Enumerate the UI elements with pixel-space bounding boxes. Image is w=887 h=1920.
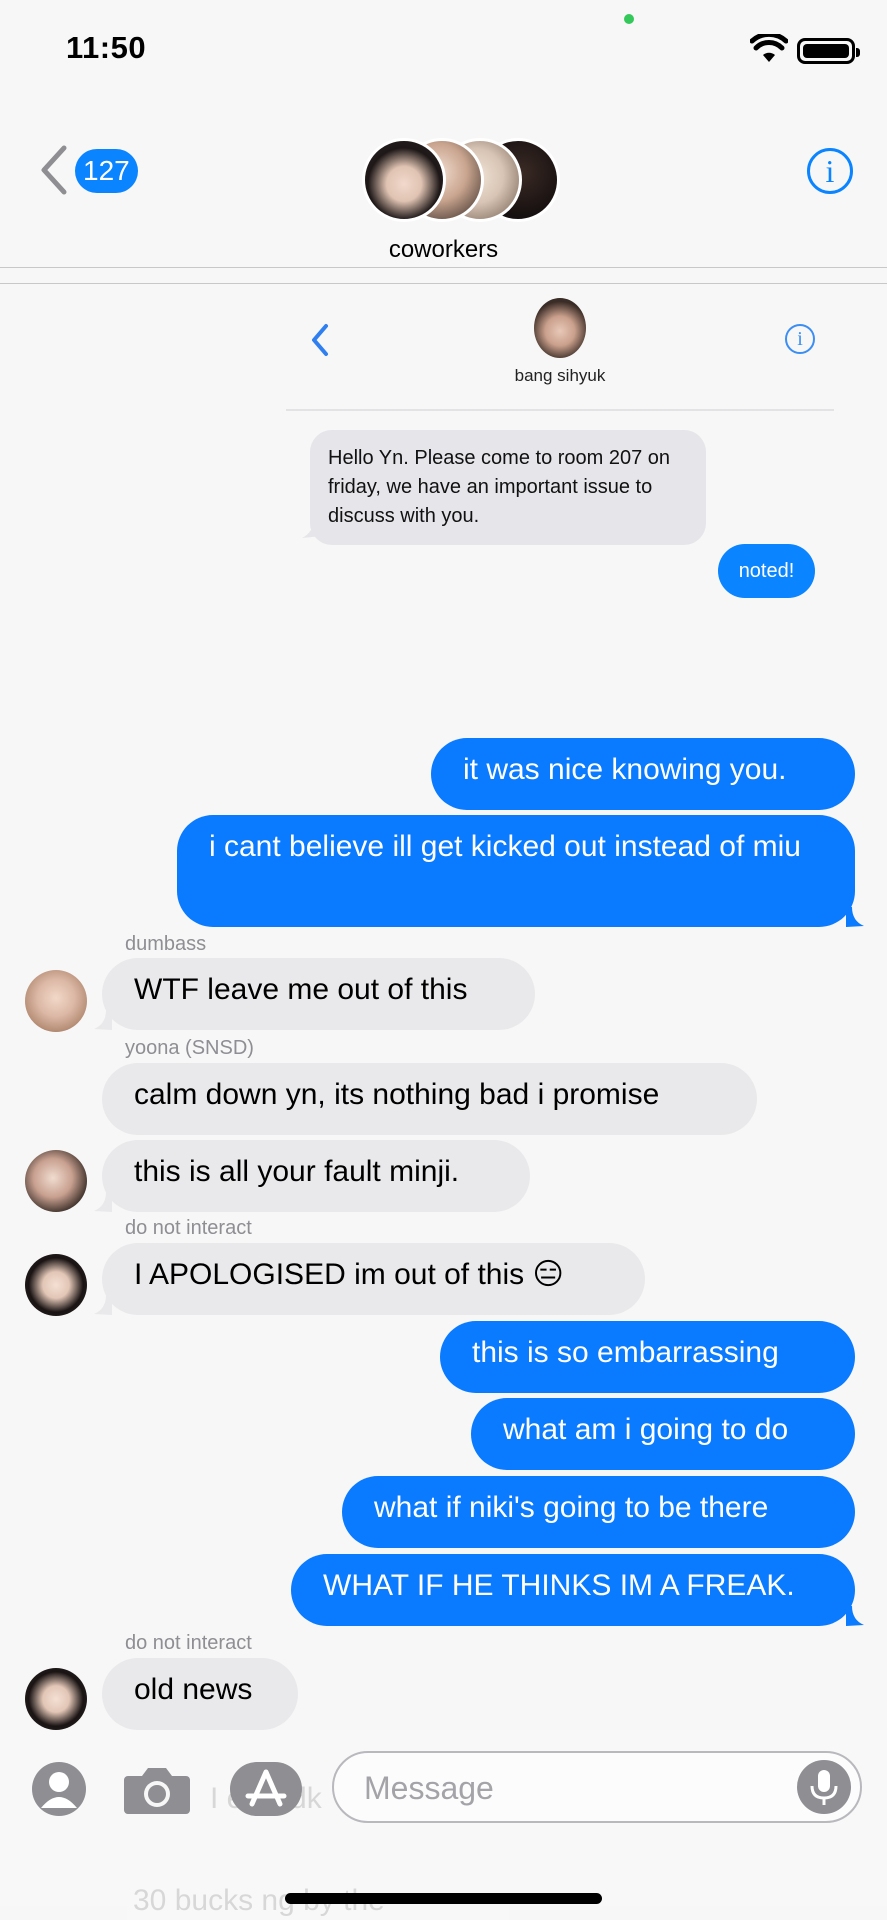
received-message[interactable]: I APOLOGISED im out of this 😑 bbox=[102, 1243, 645, 1315]
received-message[interactable]: old news bbox=[102, 1658, 298, 1730]
avatar[interactable] bbox=[25, 1150, 87, 1212]
avatar bbox=[534, 298, 586, 358]
received-message: Hello Yn. Please come to room 207 on fri… bbox=[310, 430, 706, 545]
received-message[interactable]: this is all your fault minji. bbox=[102, 1140, 530, 1212]
group-avatar-stack[interactable] bbox=[362, 138, 560, 226]
conversation-header: 127 coworkers i bbox=[0, 0, 887, 268]
message-field[interactable] bbox=[332, 1751, 862, 1823]
sent-message[interactable]: i cant believe ill get kicked out instea… bbox=[177, 815, 855, 927]
camera-icon[interactable] bbox=[122, 1764, 192, 1816]
group-name[interactable]: coworkers bbox=[0, 236, 887, 264]
avatar[interactable] bbox=[25, 970, 87, 1032]
bubble-tail bbox=[846, 907, 864, 927]
message-input[interactable] bbox=[362, 1765, 766, 1811]
info-icon: i bbox=[785, 324, 815, 354]
avatar[interactable] bbox=[25, 1254, 87, 1316]
sender-name: dumbass bbox=[125, 933, 207, 955]
sent-message[interactable]: WHAT IF HE THINKS IM A FREAK. bbox=[291, 1554, 855, 1626]
avatar bbox=[362, 138, 446, 222]
sent-message[interactable]: what am i going to do bbox=[471, 1398, 855, 1470]
bubble-tail bbox=[846, 1606, 864, 1626]
received-message[interactable]: calm down yn, its nothing bad i promise bbox=[102, 1063, 757, 1135]
sent-message[interactable]: this is so embarrassing bbox=[440, 1321, 855, 1393]
back-chevron-icon[interactable] bbox=[38, 144, 70, 196]
info-icon[interactable]: i bbox=[807, 148, 853, 194]
received-message[interactable]: WTF leave me out of this bbox=[102, 958, 535, 1030]
app-store-icon[interactable] bbox=[230, 1762, 302, 1816]
home-indicator[interactable] bbox=[285, 1893, 602, 1904]
header-divider bbox=[0, 283, 887, 284]
microphone-icon[interactable] bbox=[797, 1760, 851, 1814]
contact-name: bang sihyuk bbox=[514, 366, 606, 385]
bubble-tail bbox=[94, 1192, 112, 1212]
sender-name: yoona (SNSD) bbox=[125, 1037, 254, 1059]
sent-message[interactable]: what if niki's going to be there bbox=[342, 1476, 855, 1548]
divider bbox=[286, 409, 834, 411]
sender-name: do not interact bbox=[125, 1632, 252, 1654]
contact-icon[interactable] bbox=[32, 1762, 86, 1816]
bubble-tail bbox=[94, 1010, 112, 1030]
bubble-tail bbox=[94, 1295, 112, 1315]
sender-name: do not interact bbox=[125, 1217, 252, 1239]
header-divider bbox=[0, 267, 887, 268]
sent-message: noted! bbox=[718, 544, 815, 598]
avatar[interactable] bbox=[25, 1668, 87, 1730]
sent-message[interactable]: it was nice knowing you. bbox=[431, 738, 855, 810]
back-chevron-icon bbox=[312, 324, 328, 356]
unread-count-badge[interactable]: 127 bbox=[75, 149, 138, 193]
